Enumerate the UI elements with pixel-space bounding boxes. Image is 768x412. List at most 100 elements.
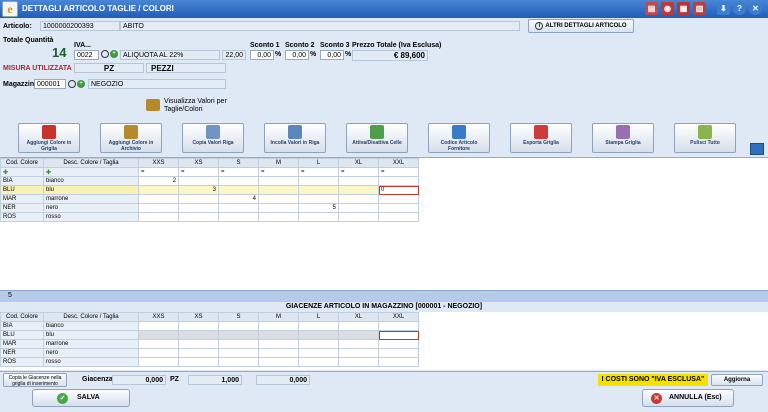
incolla-valori-riga-button[interactable]: Incolla Valori in Riga: [264, 123, 326, 153]
grid-view-icon[interactable]: [146, 99, 160, 111]
column-header[interactable]: M: [258, 312, 299, 322]
pulisci-tutto-button[interactable]: Pulisci Tutto: [674, 123, 736, 153]
quantity-cell[interactable]: [218, 185, 259, 195]
quantity-cell[interactable]: [298, 194, 339, 204]
table-row[interactable]: NER nero 5: [0, 203, 419, 213]
esporta-griglia-button[interactable]: Esporta Griglia: [510, 123, 572, 153]
quantity-cell[interactable]: [298, 185, 339, 195]
quantity-cell[interactable]: [178, 194, 219, 204]
column-header[interactable]: Cod. Colore: [0, 158, 44, 168]
filter-cell[interactable]: =: [298, 167, 339, 177]
aggiungi-colore-archivio-button[interactable]: Aggiungi Colore in Archivio: [100, 123, 162, 153]
quantity-cell[interactable]: [178, 212, 219, 222]
visualizza-link[interactable]: Visualizza Valori per Taglie/Colori: [164, 98, 244, 114]
save-button[interactable]: ✓ SALVA: [32, 389, 130, 407]
quantity-cell[interactable]: [258, 212, 299, 222]
column-header[interactable]: XS: [178, 312, 219, 322]
pdf-icon[interactable]: ▤: [645, 2, 658, 15]
help-icon[interactable]: ?: [733, 2, 746, 15]
quantity-cell[interactable]: [338, 212, 379, 222]
column-header[interactable]: Desc. Colore / Taglia: [43, 158, 139, 168]
stampa-griglia-button[interactable]: Stampa Griglia: [592, 123, 654, 153]
iva-code-input[interactable]: 0022: [74, 50, 99, 60]
filter-add-icon[interactable]: ✚: [0, 167, 44, 177]
quantity-cell[interactable]: [218, 212, 259, 222]
column-header[interactable]: XXL: [378, 158, 419, 168]
close-icon[interactable]: ✕: [749, 2, 762, 15]
filter-cell[interactable]: =: [258, 167, 299, 177]
calculator-icon[interactable]: ▥: [693, 2, 706, 15]
add-icon[interactable]: +: [77, 80, 85, 88]
quantity-cell[interactable]: [378, 203, 419, 213]
cancel-button[interactable]: ✕ ANNULLA (Esc): [642, 389, 734, 407]
quantity-cell[interactable]: [138, 203, 179, 213]
quantity-cell[interactable]: [258, 176, 299, 186]
column-header[interactable]: L: [298, 158, 339, 168]
quantity-cell[interactable]: [138, 194, 179, 204]
column-header[interactable]: XXS: [138, 312, 179, 322]
column-header[interactable]: XL: [338, 312, 379, 322]
quantity-cell[interactable]: [138, 185, 179, 195]
attiva-disattiva-celle-button[interactable]: Attiva/Disattiva Celle: [346, 123, 408, 153]
quantity-cell[interactable]: [218, 203, 259, 213]
table-row[interactable]: ROS rosso: [0, 212, 419, 222]
quantity-cell[interactable]: [178, 176, 219, 186]
column-header[interactable]: M: [258, 158, 299, 168]
search-icon[interactable]: [68, 80, 76, 88]
quantity-cell[interactable]: [378, 176, 419, 186]
add-icon[interactable]: +: [110, 50, 118, 58]
table-row[interactable]: BLU blu 3 0: [0, 185, 419, 195]
quantity-cell[interactable]: [298, 176, 339, 186]
column-header[interactable]: L: [298, 312, 339, 322]
column-header[interactable]: XXL: [378, 312, 419, 322]
grid-settings-icon[interactable]: [750, 143, 764, 155]
copia-valori-riga-button[interactable]: Copia Valori Riga: [182, 123, 244, 153]
quantity-cell[interactable]: [218, 176, 259, 186]
filter-cell[interactable]: =: [178, 167, 219, 177]
magazzino-code-input[interactable]: 000001: [34, 79, 66, 89]
column-header[interactable]: Cod. Colore: [0, 312, 44, 322]
table-row[interactable]: MAR marrone 4: [0, 194, 419, 204]
aggiungi-colore-griglia-button[interactable]: Aggiungi Colore in Griglia: [18, 123, 80, 153]
quantity-cell[interactable]: [338, 185, 379, 195]
sconto2-input[interactable]: 0,00: [285, 50, 309, 60]
filter-cell[interactable]: =: [138, 167, 179, 177]
quantity-cell[interactable]: [178, 203, 219, 213]
column-header[interactable]: XL: [338, 158, 379, 168]
copia-giacenze-button[interactable]: Copia le Giacenze nella griglia di inser…: [3, 373, 67, 387]
camera-icon[interactable]: ◉: [661, 2, 674, 15]
quantity-cell[interactable]: [378, 194, 419, 204]
column-header[interactable]: S: [218, 312, 259, 322]
aggiorna-button[interactable]: Aggiorna: [711, 374, 763, 386]
quantity-cell[interactable]: 5: [298, 203, 339, 213]
quantity-cell[interactable]: 2: [138, 176, 179, 186]
quantity-cell[interactable]: 4: [218, 194, 259, 204]
sconto3-input[interactable]: 0,00: [320, 50, 344, 60]
column-header[interactable]: XXS: [138, 158, 179, 168]
quantity-cell[interactable]: [338, 203, 379, 213]
quantity-cell[interactable]: [338, 194, 379, 204]
search-icon[interactable]: [101, 50, 109, 58]
quantity-cell[interactable]: [378, 212, 419, 222]
altri-dettagli-button[interactable]: i ALTRI DETTAGLI ARTICOLO: [528, 19, 634, 33]
quantity-cell[interactable]: 3: [178, 185, 219, 195]
download-icon[interactable]: ⬇: [717, 2, 730, 15]
column-header[interactable]: XS: [178, 158, 219, 168]
iva-label[interactable]: IVA...: [74, 42, 91, 49]
codice-articolo-fornitore-button[interactable]: Codice Articolo Fornitore: [428, 123, 490, 153]
filter-cell[interactable]: =: [218, 167, 259, 177]
column-header[interactable]: Desc. Colore / Taglia: [43, 312, 139, 322]
column-header[interactable]: S: [218, 158, 259, 168]
calendar-icon[interactable]: ▦: [677, 2, 690, 15]
quantity-cell[interactable]: [258, 203, 299, 213]
sconto1-input[interactable]: 0,00: [250, 50, 274, 60]
filter-cell[interactable]: =: [338, 167, 379, 177]
quantity-cell[interactable]: 0: [378, 185, 419, 195]
quantity-cell[interactable]: [138, 212, 179, 222]
table-row[interactable]: BIA bianco 2: [0, 176, 419, 186]
quantity-cell[interactable]: [338, 176, 379, 186]
quantity-cell[interactable]: [258, 194, 299, 204]
filter-add-icon[interactable]: ✚: [43, 167, 139, 177]
quantity-cell[interactable]: [298, 212, 339, 222]
filter-cell[interactable]: =: [378, 167, 419, 177]
